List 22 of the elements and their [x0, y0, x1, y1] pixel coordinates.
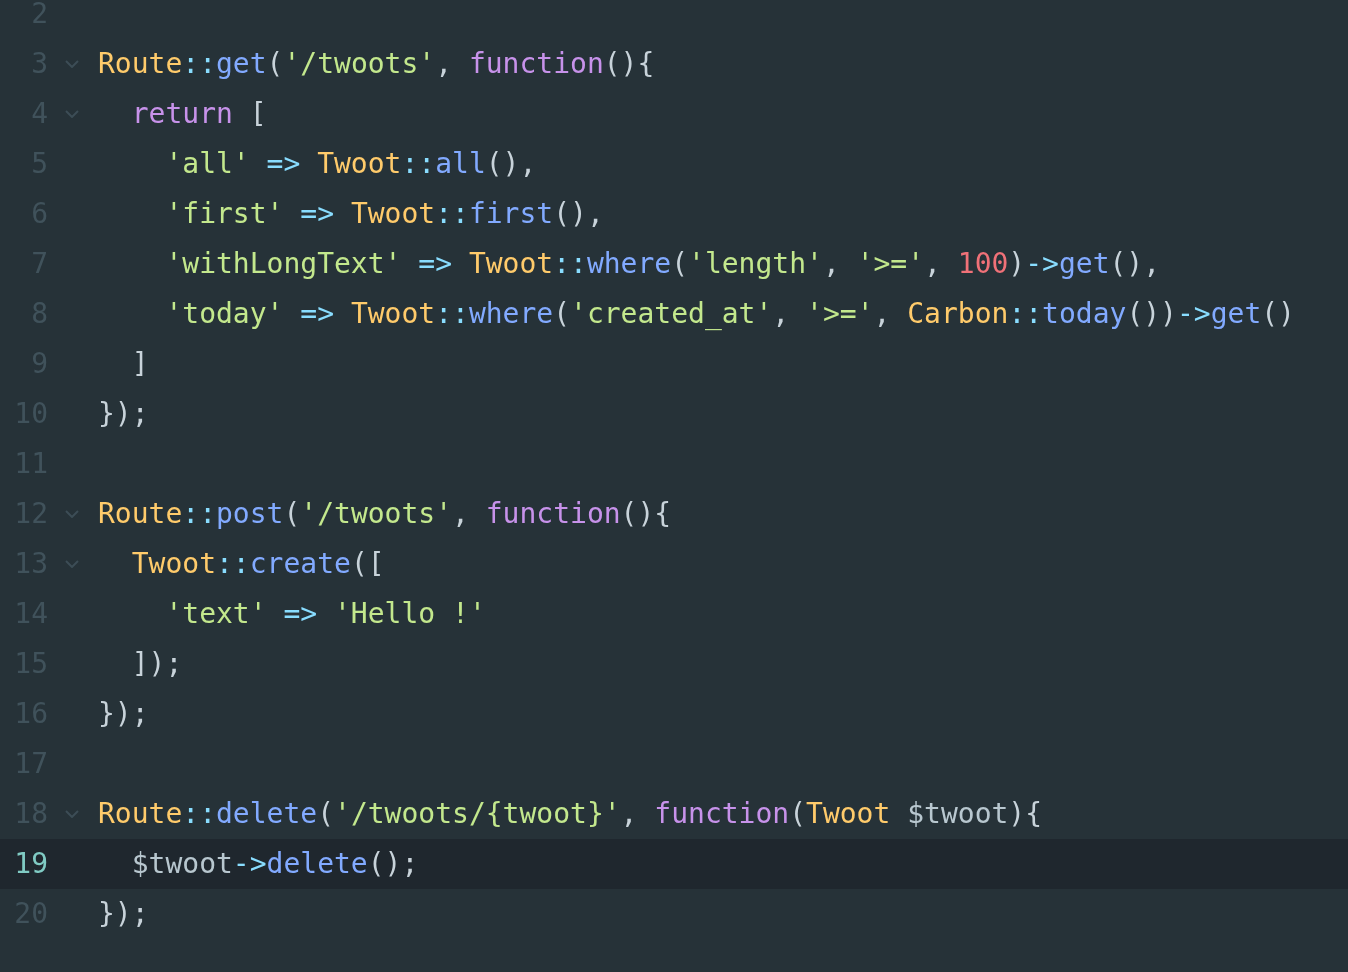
code-line: ] — [130, 350, 149, 378]
code-line: 'withLongText' => Twoot::where('length', '>=', 100)->get(), — [164, 250, 1161, 278]
fold-chevron-icon[interactable] — [65, 810, 79, 818]
fold-chevron-icon[interactable] — [65, 60, 79, 68]
code-line: 'today' => Twoot::where('created_at', '>=', Carbon::today())->get() — [164, 300, 1295, 328]
code-line: Route::post('/twoots', function(){ — [98, 500, 672, 528]
code-line: }); — [98, 400, 149, 428]
code-line: Twoot::create([ — [130, 550, 385, 578]
code-line: 'first' => Twoot::first(), — [164, 200, 604, 228]
fold-chevron-icon[interactable] — [65, 110, 79, 118]
code-line: $twoot->delete(); — [130, 850, 419, 878]
code-line: 'text' => 'Hello !' — [164, 600, 486, 628]
code-line: Route::delete('/twoots/{twoot}', function(Twoot $twoot){ — [98, 800, 1043, 828]
code-line: }); — [98, 700, 149, 728]
code-line: }); — [98, 900, 149, 928]
fold-chevron-icon[interactable] — [65, 510, 79, 518]
line-number: 19 — [13, 850, 48, 878]
fold-chevron-icon[interactable] — [65, 560, 79, 568]
code-line: Route::get('/twoots', function(){ — [98, 50, 655, 78]
code-line: ]); — [130, 650, 183, 678]
code-line: 'all' => Twoot::all(), — [164, 150, 537, 178]
code-line: return [ — [130, 100, 267, 128]
